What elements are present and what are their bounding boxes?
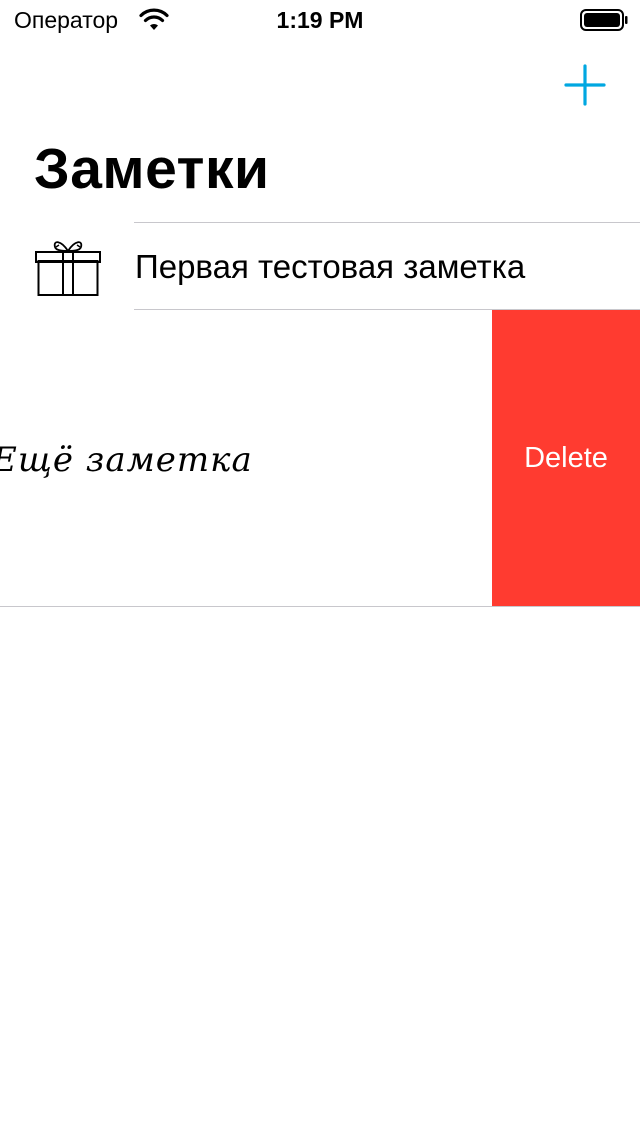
delete-label: Delete <box>524 441 608 474</box>
delete-button[interactable]: Delete <box>492 310 640 606</box>
list-item-swiped[interactable]: Ещё заметка Delete <box>0 310 640 606</box>
note-title: Ещё заметка <box>0 440 253 480</box>
add-note-button[interactable] <box>562 62 608 108</box>
note-title: Первая тестовая заметка <box>135 248 526 285</box>
page-title: Заметки <box>34 137 270 201</box>
gift-icon <box>35 241 101 296</box>
status-time: 1:19 PM <box>276 7 364 33</box>
status-bar: Оператор 1:19 PM <box>0 0 640 40</box>
battery-icon <box>580 9 628 31</box>
list-separator <box>0 606 640 607</box>
